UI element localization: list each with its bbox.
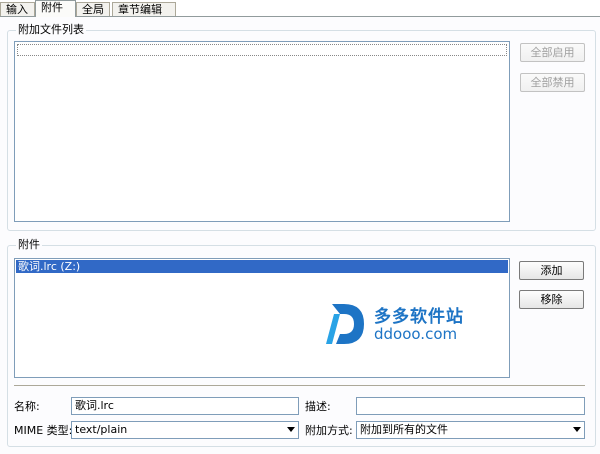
tab-chapter-editor[interactable]: 章节编辑器 [112,2,176,30]
name-field[interactable]: 歌词.lrc [71,397,299,415]
attach-mode-label: 附加方式: [305,424,353,437]
description-label: 描述: [305,400,331,413]
enable-all-button[interactable]: 全部启用 [520,43,585,62]
attach-mode-select[interactable]: 附加到所有的文件 [356,421,585,439]
mime-type-label: MIME 类型: [14,424,73,437]
attach-file-list-title: 附加文件列表 [16,23,86,37]
tab-global-label: 全局 [82,3,104,16]
remove-button[interactable]: 移除 [519,290,584,309]
tab-input-label: 输入 [6,3,28,16]
watermark: 多多软件站 ddooo.com [326,300,486,348]
list-item[interactable]: 歌词.lrc (Z:) [16,260,508,273]
disable-all-button[interactable]: 全部禁用 [520,73,585,92]
tab-attachments-label: 附件 [41,1,63,14]
mime-type-value: text/plain [75,423,128,436]
watermark-site-name: 多多软件站 [374,307,464,327]
tab-input[interactable]: 输入 [0,2,35,16]
form-separator [14,385,585,386]
name-label: 名称: [14,400,40,413]
attachments-title: 附件 [16,238,42,252]
attach-mode-value: 附加到所有的文件 [360,423,448,436]
watermark-domain: ddooo.com [374,325,458,343]
attach-file-listbox[interactable] [14,41,510,222]
ddooo-logo-icon [326,304,364,344]
tab-attachments[interactable]: 附件 [35,0,76,17]
chevron-down-icon[interactable] [573,427,581,432]
mime-type-combobox[interactable]: text/plain [71,421,299,439]
add-button[interactable]: 添加 [519,261,584,280]
tab-global[interactable]: 全局 [76,2,110,16]
chevron-down-icon[interactable] [287,427,295,432]
list-focus-rect [17,44,507,56]
description-field[interactable] [356,397,585,415]
